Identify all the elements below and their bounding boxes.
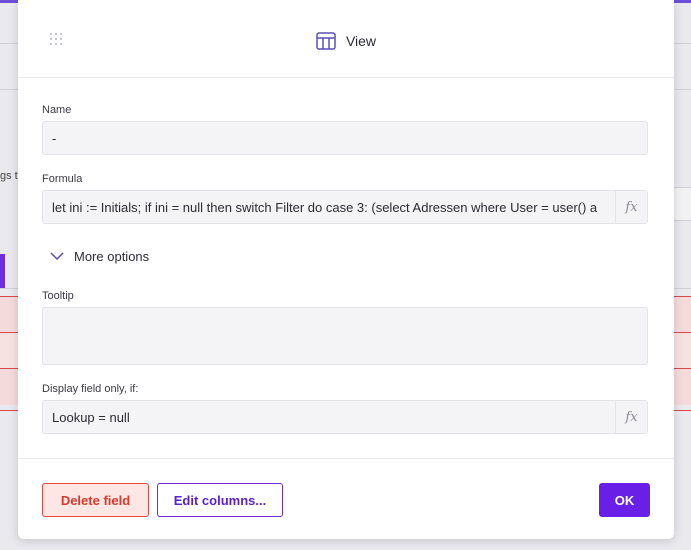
dialog-header: View <box>18 30 674 52</box>
formula-input[interactable]: let ini := Initials; if ini = null then … <box>42 190 648 224</box>
table-icon <box>316 32 336 50</box>
tooltip-label: Tooltip <box>42 290 74 302</box>
formula-input-value: let ini := Initials; if ini = null then … <box>52 199 598 215</box>
background-partial-label: gs t <box>0 170 18 182</box>
formula-label: Formula <box>42 173 83 185</box>
edit-columns-button[interactable]: Edit columns... <box>157 483 283 517</box>
more-options-label: More options <box>74 248 150 264</box>
dialog-title: View <box>345 33 377 49</box>
display-condition-formula-button[interactable]: fx <box>615 401 647 433</box>
formula-editor-button[interactable]: fx <box>615 191 647 223</box>
footer-divider <box>18 458 674 459</box>
function-icon: fx <box>625 199 638 215</box>
tooltip-textarea[interactable] <box>42 307 648 365</box>
display-condition-value: Lookup = null <box>52 409 130 425</box>
name-label: Name <box>42 104 72 116</box>
display-condition-input[interactable]: Lookup = null fx <box>42 400 648 434</box>
field-settings-dialog: View Name - Formula let ini := Initials;… <box>18 0 674 539</box>
background-input <box>672 187 691 221</box>
delete-field-button[interactable]: Delete field <box>42 483 149 517</box>
ok-button[interactable]: OK <box>599 483 650 517</box>
display-condition-label: Display field only, if: <box>42 383 139 395</box>
name-input-value: - <box>52 130 57 146</box>
header-divider <box>18 77 674 78</box>
chevron-down-icon <box>50 252 64 261</box>
function-icon: fx <box>625 409 638 425</box>
name-input[interactable]: - <box>42 121 648 155</box>
more-options-toggle[interactable]: More options <box>50 247 149 265</box>
